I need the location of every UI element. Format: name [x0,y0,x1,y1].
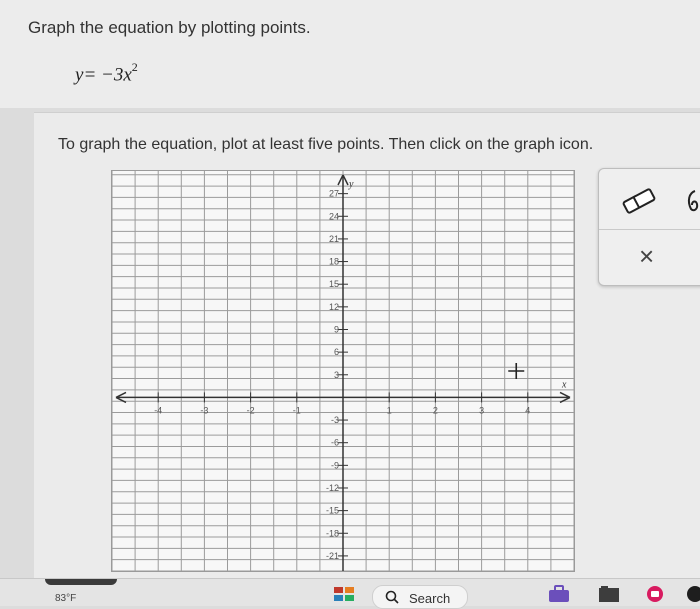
app-icon[interactable] [644,585,666,603]
y-tick-label: -18 [326,528,339,538]
equation: y= −3x2 [75,60,138,86]
y-tick-label: 12 [329,302,339,312]
question-header [0,0,700,108]
crosshair-cursor [508,363,525,379]
y-tick-label: -9 [331,460,339,470]
y-tick-label: -3 [331,415,339,425]
y-tick-label: 18 [329,257,339,267]
x-tick-label: -3 [200,405,208,415]
taskbar: 83°F Search [0,578,700,609]
coordinate-grid[interactable]: xy-4 -3 -2 -1 1 2 3 4272421181512963-3-6-9-12-1… [112,171,574,571]
equation-rhs: = −3x [83,64,132,86]
y-tick-label: 27 [329,189,339,199]
weather-readout[interactable]: 83°F [55,593,76,604]
y-tick-label: 15 [329,279,339,289]
app-icon-2[interactable] [684,585,700,603]
x-tick-label: 3 [479,405,484,415]
y-tick-label: 3 [334,370,339,380]
graph-icon[interactable] [683,187,700,215]
x-tick-label: 2 [433,405,438,415]
y-tick-label: -12 [326,483,339,493]
y-tick-label: -15 [326,506,339,516]
close-icon[interactable]: × [639,243,654,269]
graph-area[interactable]: x y -4 -3 -2 -1 1 2 3 4 27 24 21 18 15 12 9 6 3 -3 -6 -9 -12 -1… [111,170,575,572]
x-tick-label: -4 [154,405,162,415]
briefcase-icon[interactable] [548,585,570,603]
question-prompt: Graph the equation by plotting points. [28,18,311,37]
x-tick-label: 1 [387,405,392,415]
windows-start-icon[interactable] [334,587,354,601]
y-tick-label: 21 [329,234,339,244]
y-tick-label: 9 [334,324,339,334]
y-axis-label: y [348,179,354,190]
tool-divider [599,229,700,230]
x-tick-label: -1 [293,405,301,415]
graph-instruction: To graph the equation, plot at least fiv… [58,136,594,153]
y-tick-label: -21 [326,551,339,561]
x-tick-label: 4 [525,405,530,415]
taskbar-search[interactable]: Search [372,585,468,609]
search-label: Search [409,591,451,606]
folder-icon[interactable] [598,585,620,603]
y-tick-label: 6 [334,347,339,357]
y-tick-label: -6 [331,438,339,448]
y-tick-label: 24 [329,211,339,221]
search-icon [385,590,399,604]
taskbar-active-tab[interactable] [45,579,117,585]
x-axis-label: x [561,379,567,390]
x-tick-label: -2 [247,405,255,415]
equation-exponent: 2 [131,60,138,74]
graph-tools-panel: × [598,168,700,286]
eraser-icon[interactable] [619,187,659,215]
